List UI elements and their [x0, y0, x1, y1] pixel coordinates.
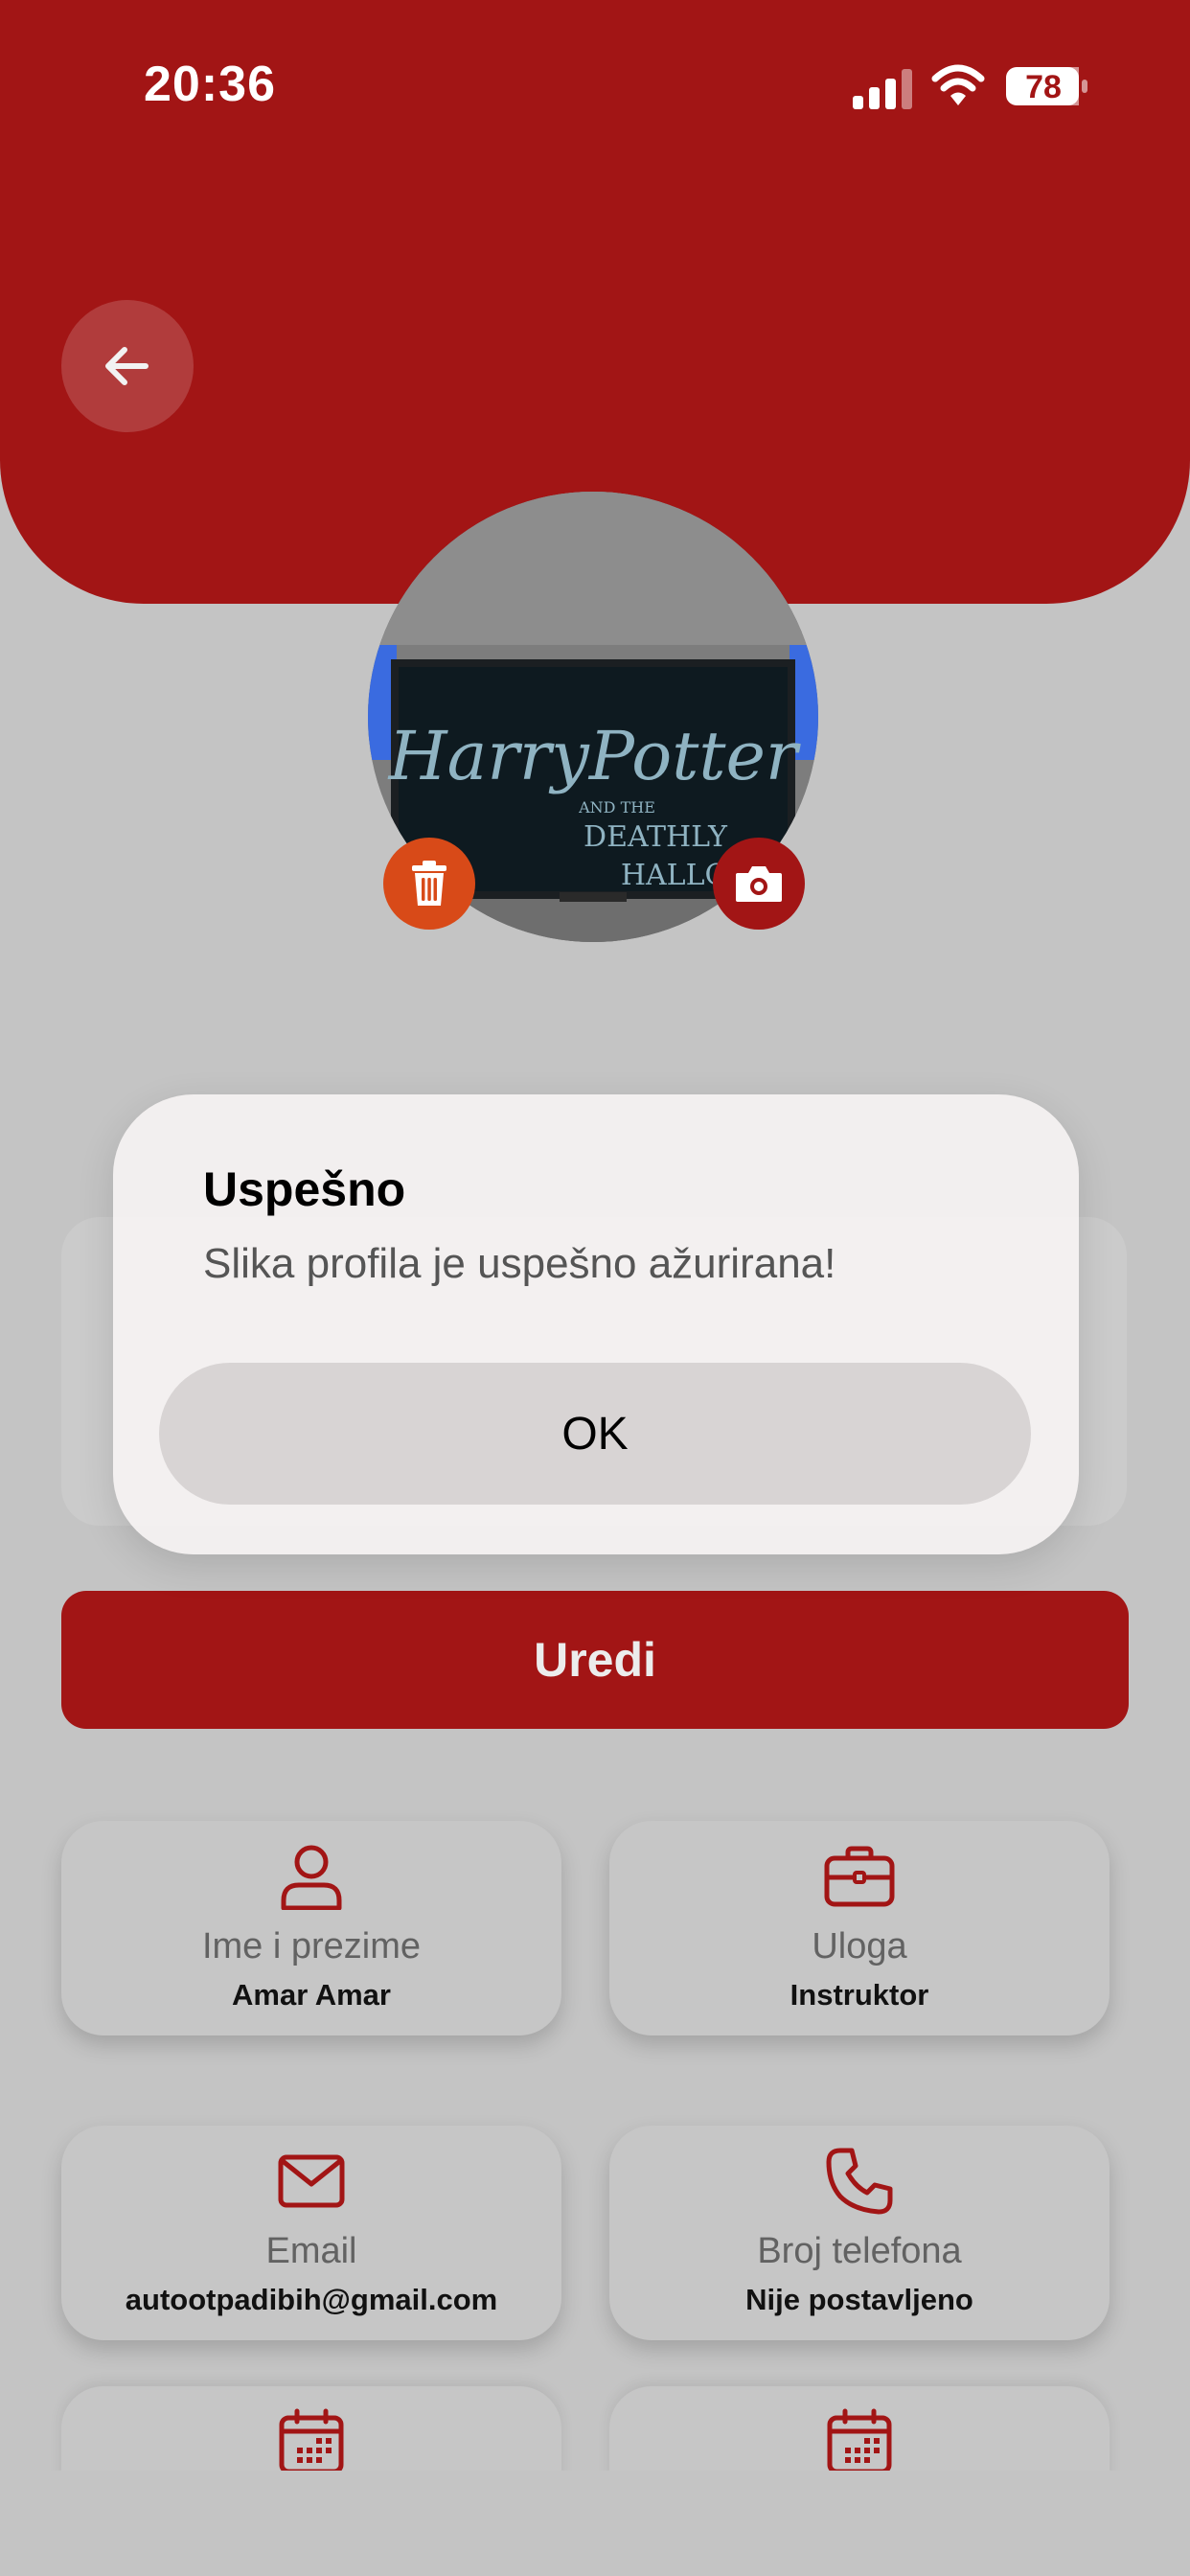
camera-icon	[736, 866, 782, 902]
back-button[interactable]	[61, 300, 194, 432]
card-value: Nije postavljeno	[745, 2283, 973, 2316]
briefcase-icon	[824, 1846, 895, 1907]
arrow-left-icon	[105, 347, 149, 385]
phone-icon	[826, 2148, 893, 2215]
photo-title: HarryPotter	[387, 717, 801, 795]
success-alert: Uspešno Slika profila je uspešno ažurira…	[113, 1094, 1079, 1554]
battery-level: 78	[1025, 69, 1062, 105]
edit-button[interactable]: Uredi	[61, 1591, 1129, 1729]
role-card: Uloga Instruktor	[609, 1821, 1110, 2036]
card-label: Uloga	[812, 1926, 907, 1966]
card-value: autootpadibih@gmail.com	[125, 2283, 498, 2316]
photo-subtext-2: DEATHLY	[584, 820, 728, 854]
email-card: Email autootpadibih@gmail.com	[61, 2126, 561, 2340]
card-label: Ime i prezime	[201, 1926, 422, 1966]
change-photo-button[interactable]	[713, 838, 805, 930]
photo-subtext-1: AND THE	[578, 798, 655, 816]
calendar-icon	[279, 2408, 344, 2474]
bottom-area	[0, 2471, 1190, 2576]
card-value: Amar Amar	[232, 1978, 391, 2012]
mail-icon	[278, 2154, 345, 2208]
trash-icon	[412, 861, 446, 906]
status-time: 20:36	[144, 57, 276, 112]
wifi-icon	[931, 64, 985, 105]
alert-title: Uspešno	[203, 1162, 406, 1216]
card-label: Email	[265, 2231, 357, 2271]
calendar-icon	[827, 2408, 892, 2474]
delete-photo-button[interactable]	[383, 838, 475, 930]
card-label: Broj telefona	[757, 2231, 962, 2271]
name-card: Ime i prezime Amar Amar	[61, 1821, 561, 2036]
card-value: Instruktor	[790, 1978, 929, 2012]
signal-icon	[853, 69, 912, 109]
phone-card: Broj telefona Nije postavljeno	[609, 2126, 1110, 2340]
alert-message: Slika profila je uspešno ažurirana!	[203, 1240, 836, 1287]
alert-ok-button[interactable]: OK	[159, 1363, 1031, 1505]
user-icon	[281, 1845, 342, 1910]
